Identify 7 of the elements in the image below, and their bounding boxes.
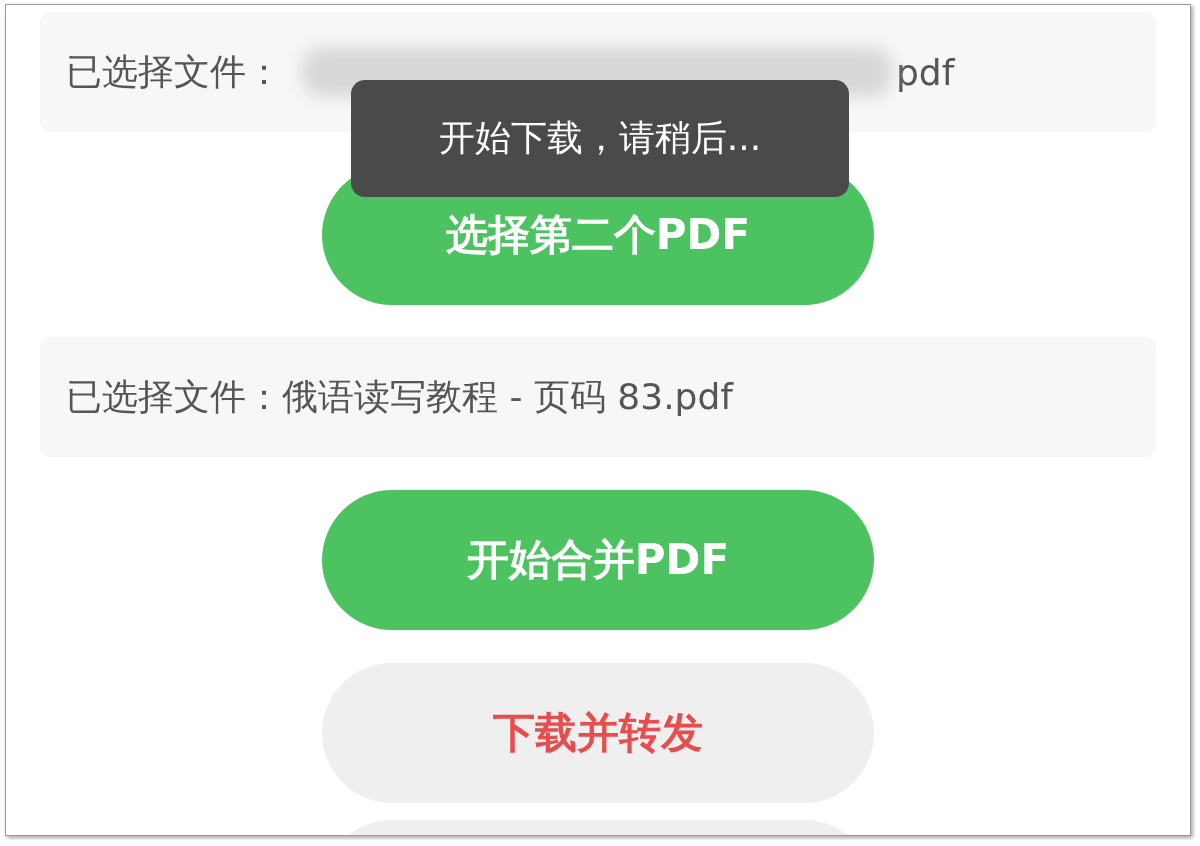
file-label: 已选择文件： [66, 49, 282, 94]
download-toast: 开始下载，请稍后... [351, 80, 849, 197]
action-button[interactable]: 开始合并PDF [322, 490, 874, 630]
file-name: pdf [896, 51, 955, 93]
file-name: 俄语读写教程 - 页码 83.pdf [282, 374, 733, 419]
action-button[interactable]: 下载并转发 [322, 663, 874, 803]
file-label: 已选择文件： [66, 374, 282, 419]
